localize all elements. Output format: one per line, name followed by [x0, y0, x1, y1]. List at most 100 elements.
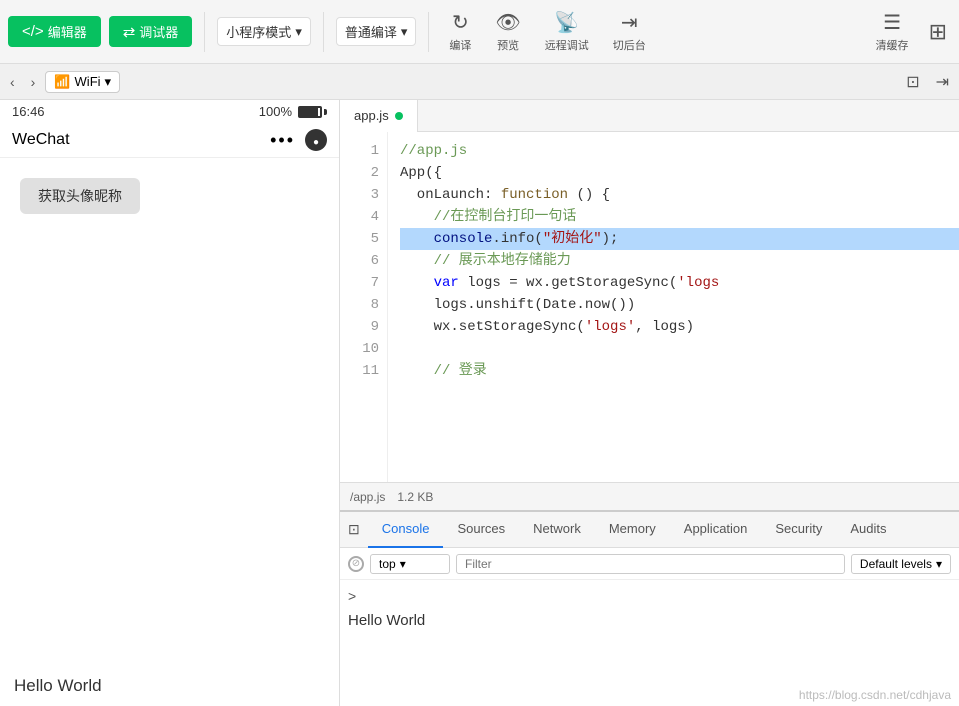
code-token: // 展示本地存储能力 [400, 250, 571, 272]
main-area: 16:46 100% WeChat ••• ● 获取头像昵称 [0, 100, 959, 706]
debugger-btn-wrap: ⇄ 调试器 [109, 16, 193, 47]
wifi-label: WiFi [75, 74, 101, 89]
cut-back-action[interactable]: ⇥ 切后台 [605, 6, 654, 57]
line-num-6: 6 [340, 250, 387, 272]
code-area: 1 2 3 4 5 6 7 8 9 10 11 //app.js [340, 132, 959, 482]
tab-security[interactable]: Security [761, 512, 836, 548]
tab-audits-label: Audits [850, 521, 886, 536]
tab-memory[interactable]: Memory [595, 512, 670, 548]
code-line-5: console .info( "初始化" ); [400, 228, 959, 250]
console-top-select[interactable]: top ▾ [370, 554, 450, 574]
secondbar: ‹ › 📶 WiFi ▾ ⊡ ⇥ [0, 64, 959, 100]
code-token: logs = wx.getStorageSync( [459, 272, 677, 294]
layout-icon-button[interactable]: ⊡ [900, 70, 925, 94]
console-top-label: top [379, 557, 396, 571]
tab-security-label: Security [775, 521, 822, 536]
line-num-10: 10 [340, 338, 387, 360]
refresh-action[interactable]: ↻ 编译 [441, 6, 479, 57]
clear-cache-action[interactable]: ☰ 清缓存 [868, 6, 917, 57]
line-numbers: 1 2 3 4 5 6 7 8 9 10 11 [340, 132, 388, 482]
get-avatar-button[interactable]: 获取头像昵称 [20, 178, 140, 214]
code-token: console [400, 228, 492, 250]
tab-application[interactable]: Application [670, 512, 762, 548]
code-line-9: wx.setStorageSync( 'logs' , logs) [400, 316, 959, 338]
wifi-select[interactable]: 📶 WiFi ▾ [45, 71, 120, 93]
toolbar-separator-1 [204, 12, 205, 52]
code-line-2: App({ [400, 162, 959, 184]
code-token: onLaunch: [400, 184, 501, 206]
editor-button[interactable]: </> 编辑器 [8, 16, 101, 47]
code-token: 'logs' [585, 316, 635, 338]
devtools-inspect-icon[interactable]: ⊡ [340, 521, 368, 538]
code-token: //在控制台打印一句话 [400, 206, 576, 228]
wifi-icon: 📶 [54, 74, 70, 90]
preview-icon: 👁 [495, 10, 520, 35]
code-token: function [501, 184, 568, 206]
file-tab-bar: app.js [340, 100, 959, 132]
forward-button[interactable]: › [25, 72, 42, 92]
record-button[interactable]: ● [305, 129, 327, 151]
tab-console-label: Console [382, 521, 430, 536]
code-token: "初始化" [543, 228, 602, 250]
console-bar: ⊘ top ▾ Default levels ▾ [340, 548, 959, 580]
back-button[interactable]: ‹ [4, 72, 21, 92]
tab-sources[interactable]: Sources [443, 512, 519, 548]
wechat-title: WeChat [12, 131, 70, 149]
code-token: var [434, 272, 459, 294]
record-icon: ● [313, 137, 319, 148]
console-body: > Hello World https://blog.csdn.net/cdhj… [340, 580, 959, 706]
debugger-icon: ⇄ [123, 23, 136, 41]
layout-split-button[interactable]: ⇥ [930, 70, 955, 94]
console-prompt-char: > [348, 588, 356, 604]
code-line-8: logs.unshift(Date.now()) [400, 294, 959, 316]
cut-back-icon: ⇥ [621, 10, 638, 35]
line-num-11: 11 [340, 360, 387, 382]
line-num-4: 4 [340, 206, 387, 228]
preview-label: 预览 [497, 37, 519, 53]
line-num-1: 1 [340, 140, 387, 162]
compile-label: 普通编译 [345, 22, 397, 41]
code-line-1: //app.js [400, 140, 959, 162]
code-line-4: //在控制台打印一句话 [400, 206, 959, 228]
phone-preview-panel: 16:46 100% WeChat ••• ● 获取头像昵称 [0, 100, 340, 706]
compile-select[interactable]: 普通编译 ▾ [336, 17, 417, 46]
tab-memory-label: Memory [609, 521, 656, 536]
code-editor[interactable]: 1 2 3 4 5 6 7 8 9 10 11 //app.js [340, 132, 959, 482]
code-token: () { [568, 184, 610, 206]
wechat-bar: WeChat ••• ● [0, 123, 339, 158]
cut-back-label: 切后台 [613, 37, 646, 53]
editor-filepath: /app.js [350, 490, 385, 504]
get-avatar-label: 获取头像昵称 [38, 188, 122, 204]
secondbar-left: ‹ › 📶 WiFi ▾ [4, 71, 120, 93]
mode-label: 小程序模式 [226, 22, 291, 41]
right-panel: app.js 1 2 3 4 5 6 7 8 9 10 11 [340, 100, 959, 706]
mode-chevron-icon: ▾ [295, 24, 302, 40]
mode-select[interactable]: 小程序模式 ▾ [217, 17, 311, 46]
hello-world-text: Hello World [0, 666, 339, 706]
console-levels-chevron-icon: ▾ [936, 557, 942, 571]
code-line-10 [400, 338, 959, 360]
remote-debug-action[interactable]: 📡 远程调试 [537, 6, 597, 57]
console-no-icon[interactable]: ⊘ [348, 556, 364, 572]
file-tab-appjs[interactable]: app.js [340, 100, 418, 132]
layers-button[interactable]: ⊞ [925, 15, 951, 49]
clear-cache-label: 清缓存 [876, 37, 909, 53]
phone-status-bar: 16:46 100% [0, 100, 339, 123]
main-toolbar: </> 编辑器 ⇄ 调试器 小程序模式 ▾ 普通编译 ▾ ↻ 编译 👁 预览 📡… [0, 0, 959, 64]
tab-network[interactable]: Network [519, 512, 595, 548]
line-num-5: 5 [340, 228, 387, 250]
console-filter-input[interactable] [456, 554, 845, 574]
line-num-8: 8 [340, 294, 387, 316]
code-token: //app.js [400, 140, 467, 162]
tab-console[interactable]: Console [368, 512, 444, 548]
preview-action[interactable]: 👁 预览 [487, 6, 528, 57]
console-levels-select[interactable]: Default levels ▾ [851, 554, 951, 574]
code-token: , logs) [635, 316, 694, 338]
code-token: // 登录 [400, 360, 487, 382]
devtools-tab-bar: ⊡ Console Sources Network Memory Applica… [340, 512, 959, 548]
console-levels-label: Default levels [860, 557, 932, 571]
debugger-button[interactable]: ⇄ 调试器 [109, 16, 193, 47]
code-token: ); [602, 228, 619, 250]
line-num-9: 9 [340, 316, 387, 338]
tab-audits[interactable]: Audits [836, 512, 900, 548]
